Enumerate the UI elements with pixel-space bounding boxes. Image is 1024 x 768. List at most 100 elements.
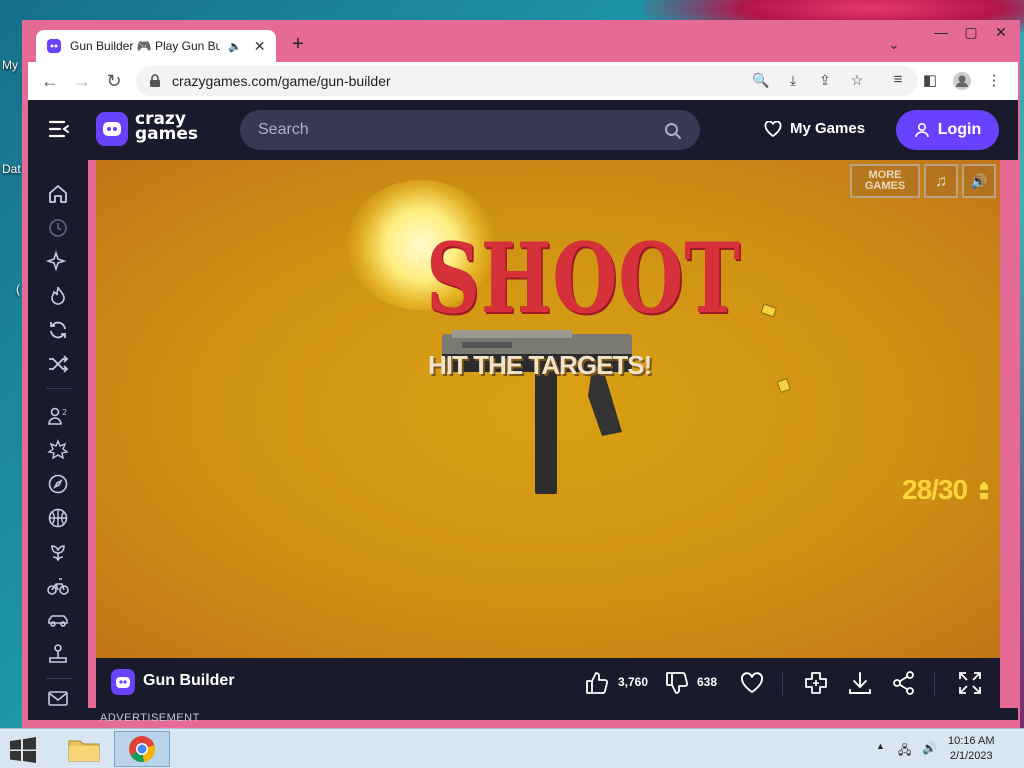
- thumbs-down-icon[interactable]: [664, 670, 690, 696]
- search-placeholder: Search: [258, 121, 309, 138]
- desktop-icon-label[interactable]: (: [16, 282, 20, 296]
- gamepad-plus-icon[interactable]: [803, 670, 829, 696]
- sidebar-divider: [46, 388, 72, 389]
- new-tab-button[interactable]: +: [286, 32, 310, 56]
- url-text: crazygames.com/game/gun-builder: [172, 73, 391, 89]
- file-explorer-taskbar-button[interactable]: [56, 731, 112, 767]
- download-icon[interactable]: [847, 670, 873, 696]
- bullet-icon: [980, 482, 988, 499]
- user-icon: [914, 122, 929, 138]
- search-input[interactable]: Search: [240, 110, 700, 150]
- likes-count: 3,760: [618, 675, 649, 689]
- logo-line2: games: [135, 124, 199, 144]
- basketball-icon[interactable]: [46, 506, 70, 530]
- profile-avatar-icon[interactable]: [952, 71, 972, 91]
- reload-icon[interactable]: ↻: [98, 65, 130, 97]
- more-games-label: MORE GAMES: [864, 169, 906, 192]
- folder-icon: [68, 740, 100, 762]
- desktop-icon-label[interactable]: Dat: [2, 162, 21, 176]
- bookmark-star-icon[interactable]: ☆: [848, 72, 866, 90]
- volume-icon[interactable]: 🔊: [922, 741, 937, 755]
- tray-expand-icon[interactable]: ▲: [876, 741, 885, 751]
- heart-icon: [764, 120, 782, 137]
- maximize-button[interactable]: ▢: [956, 24, 986, 41]
- car-icon[interactable]: [46, 608, 70, 632]
- music-toggle-icon[interactable]: ♫: [924, 164, 958, 198]
- chrome-taskbar-button[interactable]: [114, 731, 170, 767]
- more-games-button[interactable]: MORE GAMES: [850, 164, 920, 198]
- close-tab-icon[interactable]: ✕: [254, 38, 266, 55]
- tab-strip: Gun Builder 🎮 Play Gun Builder on CrazyG…: [28, 20, 1018, 62]
- bullet-casing-icon: [777, 378, 791, 393]
- bullet-casing-icon: [760, 304, 777, 318]
- hit-targets-subtitle: HIT THE TARGETS!: [428, 350, 652, 380]
- chrome-icon: [129, 736, 156, 763]
- sound-toggle-icon[interactable]: 🔊: [962, 164, 996, 198]
- browser-toolbar: ← → ↻ crazygames.com/game/gun-builder 🔍 …: [28, 62, 1018, 100]
- bicycle-icon[interactable]: [46, 574, 70, 598]
- tab-title: Gun Builder 🎮 Play Gun Builder on CrazyG…: [70, 39, 220, 53]
- forward-arrow-icon[interactable]: →: [66, 65, 98, 97]
- action-explosion-icon[interactable]: [46, 438, 70, 462]
- thumbs-up-icon[interactable]: [584, 670, 610, 696]
- address-bar[interactable]: crazygames.com/game/gun-builder 🔍 ⤓ ⇪ ☆: [136, 66, 918, 96]
- advertisement-label: ADVERTISEMENT: [100, 712, 200, 724]
- logo-wordmark[interactable]: crazy games: [135, 111, 199, 144]
- desktop-icon-label[interactable]: My: [2, 58, 18, 72]
- windows-start-icon[interactable]: [8, 737, 38, 763]
- shoot-headline: SHOOT: [426, 222, 741, 335]
- flower-icon[interactable]: [46, 540, 70, 564]
- browser-tab[interactable]: Gun Builder 🎮 Play Gun Builder on CrazyG…: [36, 30, 276, 62]
- install-app-icon[interactable]: ⤓: [784, 72, 802, 90]
- crazygames-favicon-icon: [47, 39, 61, 53]
- lock-icon: [150, 74, 160, 87]
- bar-divider: [782, 671, 783, 695]
- tab-search-icon[interactable]: ⌄: [888, 36, 900, 53]
- two-player-icon[interactable]: 2: [46, 404, 70, 428]
- fire-icon[interactable]: [46, 284, 70, 308]
- clock-time: 10:16 AM: [948, 735, 995, 747]
- close-window-button[interactable]: ✕: [986, 24, 1016, 41]
- sidebar-toggle-icon[interactable]: [48, 118, 70, 140]
- media-control-icon[interactable]: ≡: [888, 71, 908, 91]
- crazygames-small-logo-icon: [111, 669, 135, 695]
- network-icon[interactable]: 🖧: [898, 741, 911, 762]
- my-games-label: My Games: [790, 120, 866, 137]
- fullscreen-icon[interactable]: [957, 670, 983, 696]
- game-canvas[interactable]: MORE GAMES ♫ 🔊 SHOOT HIT THE TARGETS! 28…: [96, 160, 1000, 658]
- game-title: Gun Builder: [143, 672, 235, 689]
- clock-icon[interactable]: [46, 216, 70, 240]
- tab-audio-icon[interactable]: 🔈: [228, 40, 242, 53]
- clock-date: 2/1/2023: [949, 750, 993, 762]
- share-icon[interactable]: [891, 670, 917, 696]
- ammo-counter: 28/30: [902, 474, 968, 505]
- search-icon[interactable]: [664, 122, 682, 140]
- bar-divider: [934, 671, 935, 695]
- my-games-link[interactable]: My Games: [764, 120, 865, 137]
- share-icon[interactable]: ⇪: [816, 72, 834, 90]
- shuffle-icon[interactable]: [46, 352, 70, 376]
- dislikes-count: 638: [697, 675, 718, 689]
- category-sidebar: 2: [28, 160, 88, 720]
- home-icon[interactable]: [46, 182, 70, 206]
- sparkle-icon[interactable]: [46, 250, 70, 274]
- zoom-search-icon[interactable]: 🔍: [752, 72, 770, 90]
- crazygames-logo-icon[interactable]: [96, 112, 128, 146]
- side-panel-icon[interactable]: ◧: [920, 71, 940, 91]
- login-label: Login: [937, 121, 982, 138]
- favorite-heart-icon[interactable]: [739, 670, 765, 696]
- back-arrow-icon[interactable]: ←: [34, 65, 66, 97]
- sidebar-divider: [46, 678, 72, 679]
- minimize-button[interactable]: —: [926, 24, 956, 40]
- joystick-icon[interactable]: [46, 642, 70, 666]
- svg-text:2: 2: [62, 408, 67, 417]
- game-info-bar: Gun Builder 3,760 638: [96, 658, 1000, 708]
- system-clock[interactable]: 10:16 AM 2/1/2023: [948, 734, 994, 764]
- mail-icon[interactable]: [46, 686, 70, 710]
- windows-taskbar: ▲ 🖧 🔊 10:16 AM 2/1/2023: [0, 728, 1024, 768]
- compass-icon[interactable]: [46, 472, 70, 496]
- menu-kebab-icon[interactable]: ⋮: [984, 71, 1004, 91]
- login-button[interactable]: Login: [896, 110, 999, 150]
- site-header: crazy games Search My Games Login: [28, 100, 1018, 160]
- refresh-icon[interactable]: [46, 318, 70, 342]
